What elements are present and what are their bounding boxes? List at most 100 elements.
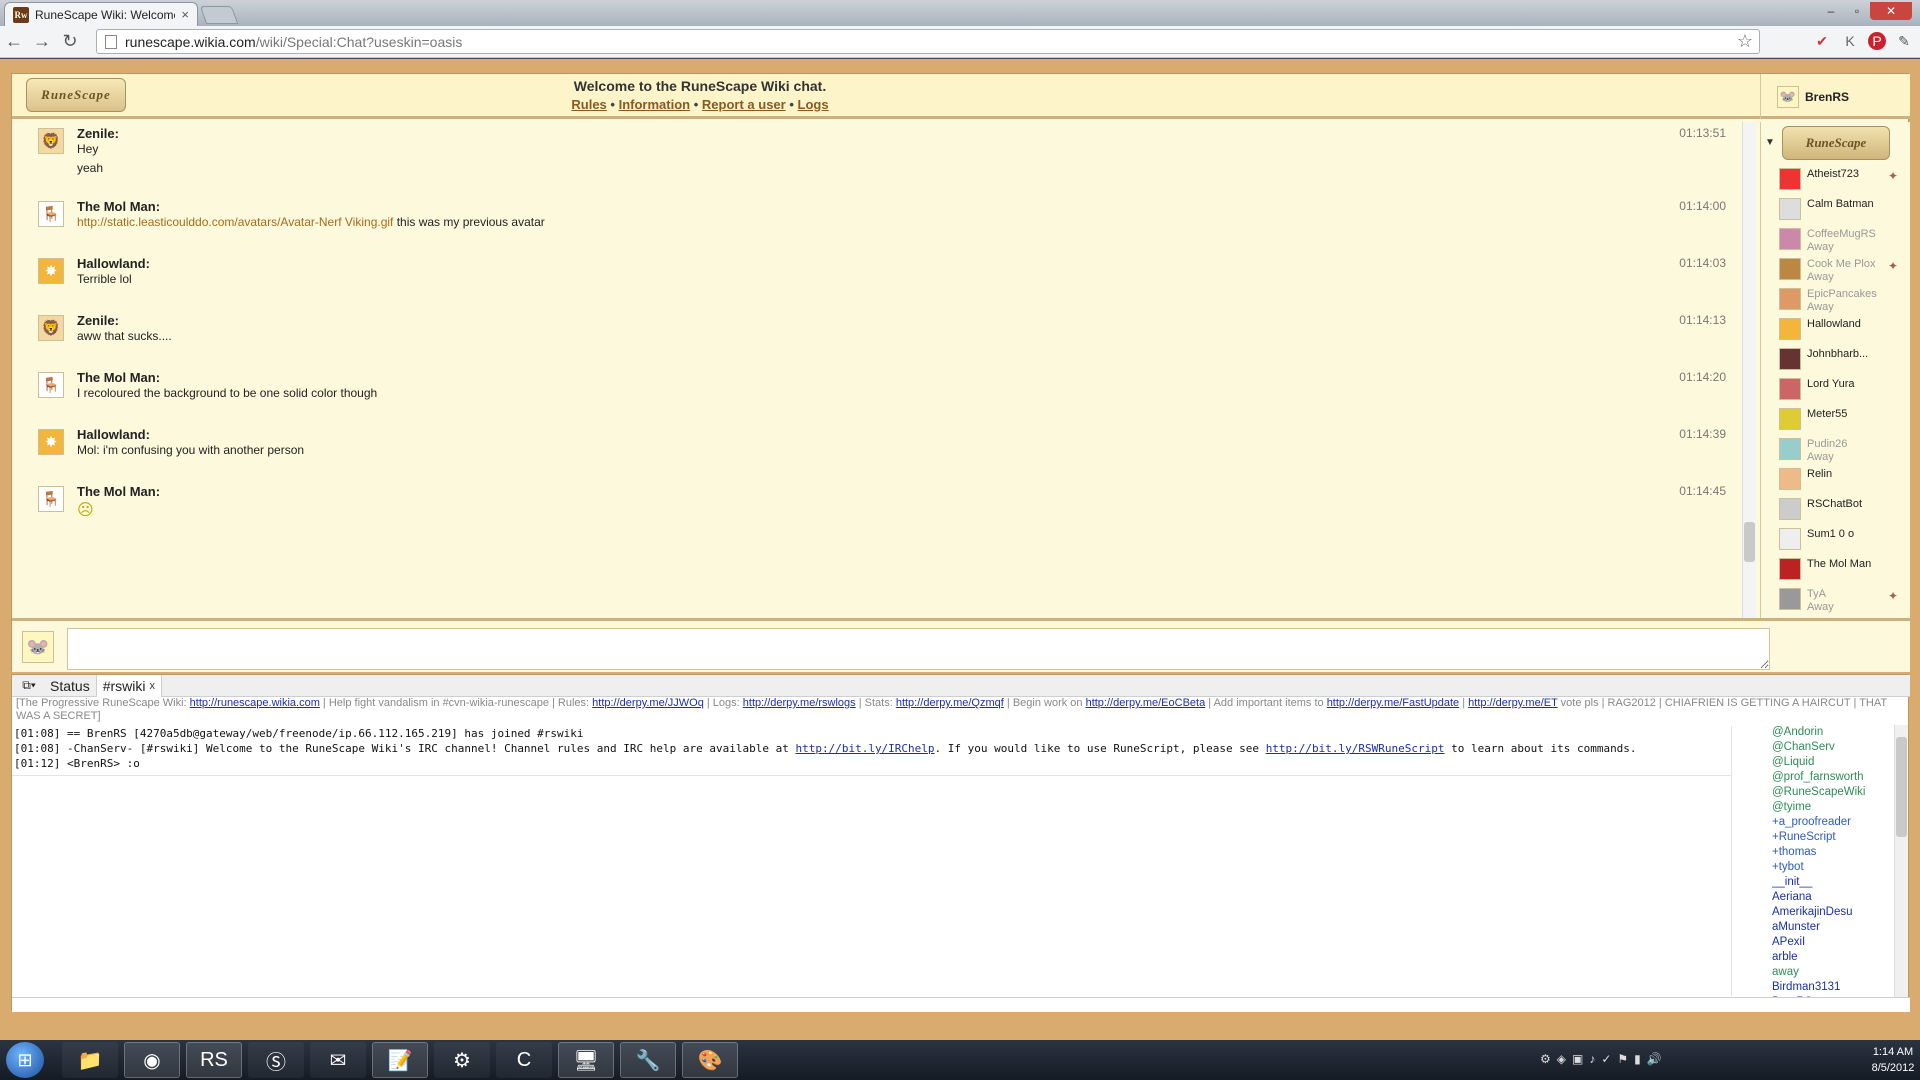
app-tray-icon[interactable]: ▣: [1572, 1052, 1583, 1066]
user-list-item[interactable]: Lord Yura: [1779, 376, 1897, 404]
star-avatar-icon[interactable]: ✸: [38, 429, 64, 455]
user-list-item[interactable]: CoffeeMugRS Away: [1779, 226, 1897, 254]
tab-close-icon[interactable]: ×: [181, 7, 189, 22]
paint-icon[interactable]: 🎨: [682, 1042, 738, 1078]
close-window-button[interactable]: ✕: [1870, 2, 1912, 20]
user-list-item[interactable]: Meter55: [1779, 406, 1897, 434]
message-author[interactable]: The Mol Man:: [77, 370, 160, 385]
user-list-item[interactable]: Cook Me Plox Away ✦: [1779, 256, 1898, 284]
topic-link[interactable]: http://runescape.wikia.com: [190, 697, 320, 709]
close-tab-icon[interactable]: x: [149, 680, 155, 692]
chair-avatar-icon[interactable]: 🪑: [38, 201, 64, 227]
nick-list-item[interactable]: arble: [1772, 950, 1892, 965]
steam-tray-icon[interactable]: ⚙: [1540, 1052, 1551, 1066]
reload-button[interactable]: ↻: [56, 28, 84, 56]
nick-list-item[interactable]: APexiI: [1772, 935, 1892, 950]
chair-avatar-icon[interactable]: 🪑: [38, 486, 64, 512]
back-button[interactable]: ←: [0, 28, 28, 56]
irc-input[interactable]: [12, 997, 1910, 1012]
nick-list-item[interactable]: @Liquid: [1772, 755, 1892, 770]
speaker-tray-icon[interactable]: 🔊: [1647, 1052, 1662, 1066]
nick-list-item[interactable]: @Andorin: [1772, 725, 1892, 740]
message-author[interactable]: Hallowland:: [77, 256, 150, 271]
nick-list-item[interactable]: +thomas: [1772, 845, 1892, 860]
nick-list-item[interactable]: __init__: [1772, 875, 1892, 890]
tab-status[interactable]: Status: [44, 674, 97, 697]
maximize-button[interactable]: ▫: [1844, 2, 1870, 20]
nick-list-item[interactable]: +a_proofreader: [1772, 815, 1892, 830]
wrench-icon[interactable]: ✎: [1894, 30, 1914, 52]
user-list-item[interactable]: Hallowland: [1779, 316, 1897, 344]
skype-icon[interactable]: Ⓢ: [248, 1042, 304, 1078]
user-list-item[interactable]: TyA Away ✦: [1779, 586, 1898, 614]
irc-link[interactable]: http://bit.ly/RSWRuneScript: [1266, 742, 1445, 755]
user-list-item[interactable]: Relin: [1779, 466, 1897, 494]
start-button[interactable]: ⊞: [6, 1042, 44, 1078]
steam-icon[interactable]: ⚙: [434, 1042, 490, 1078]
topic-link[interactable]: http://derpy.me/rswlogs: [743, 697, 856, 709]
new-tab-button[interactable]: [199, 6, 239, 24]
notepad-icon[interactable]: 📝: [372, 1042, 428, 1078]
security-tray-icon[interactable]: ✓: [1601, 1052, 1611, 1066]
lion-avatar-icon[interactable]: 🦁: [38, 128, 64, 154]
message-link[interactable]: http://static.leasticoulddo.com/avatars/…: [77, 215, 393, 229]
irc-link[interactable]: http://bit.ly/IRChelp: [795, 742, 934, 755]
user-list-item[interactable]: Calm Batman: [1779, 196, 1897, 224]
user-list-item[interactable]: RSChatBot: [1779, 496, 1897, 524]
user-list-item[interactable]: Atheist723 ✦: [1779, 166, 1898, 194]
user-list-item[interactable]: EpicPancakes Away: [1779, 286, 1897, 314]
user-list-item[interactable]: Pudin26 Away: [1779, 436, 1897, 464]
message-author[interactable]: The Mol Man:: [77, 199, 160, 214]
rules-link[interactable]: Rules: [571, 97, 606, 112]
scroll-thumb[interactable]: [1744, 522, 1755, 562]
remote-desktop-icon[interactable]: 🖥: [558, 1042, 614, 1078]
topic-link[interactable]: http://derpy.me/ET: [1468, 697, 1557, 709]
pinterest-icon[interactable]: P: [1868, 32, 1886, 50]
self-user[interactable]: 🐭 BrenRS: [1760, 74, 1910, 119]
message-author[interactable]: Zenile:: [77, 126, 119, 141]
nick-list-item[interactable]: +RuneScript: [1772, 830, 1892, 845]
topic-link[interactable]: http://derpy.me/JJWOq: [592, 697, 704, 709]
chrome-icon[interactable]: ◉: [124, 1042, 180, 1078]
chat-message-input[interactable]: [67, 628, 1770, 670]
star-avatar-icon[interactable]: ✸: [38, 258, 64, 284]
volume-tray-icon[interactable]: ♪: [1589, 1052, 1595, 1066]
nick-list-item[interactable]: Birdman3131: [1772, 980, 1892, 995]
information-link[interactable]: Information: [619, 97, 691, 112]
scroll-thumb[interactable]: [1896, 737, 1907, 837]
nick-list-item[interactable]: away: [1772, 965, 1892, 980]
message-author[interactable]: Zenile:: [77, 313, 119, 328]
bookmark-star-icon[interactable]: ☆: [1737, 31, 1753, 52]
runescape-icon[interactable]: RS: [186, 1042, 242, 1078]
nick-list-item[interactable]: Aeriana: [1772, 890, 1892, 905]
ccleaner-icon[interactable]: C: [496, 1042, 552, 1078]
chair-avatar-icon[interactable]: 🪑: [38, 372, 64, 398]
nick-list-item[interactable]: AmerikajinDesu: [1772, 905, 1892, 920]
red-extension-icon[interactable]: ✔: [1812, 30, 1832, 52]
network-tray-icon[interactable]: ◈: [1557, 1052, 1566, 1066]
collapse-caret-icon[interactable]: ▼: [1765, 137, 1775, 148]
report-user-link[interactable]: Report a user: [702, 97, 786, 112]
nick-list-item[interactable]: @tyime: [1772, 800, 1892, 815]
nick-list-item[interactable]: +tybot: [1772, 860, 1892, 875]
topic-link[interactable]: http://derpy.me/EoCBeta: [1086, 697, 1206, 709]
logs-link[interactable]: Logs: [798, 97, 829, 112]
nick-list-item[interactable]: @RuneScapeWiki: [1772, 785, 1892, 800]
nick-list-item[interactable]: aMunster: [1772, 920, 1892, 935]
message-author[interactable]: The Mol Man:: [77, 484, 160, 499]
nick-list-item[interactable]: @ChanServ: [1772, 740, 1892, 755]
message-author[interactable]: Hallowland:: [77, 427, 150, 442]
chat-scrollbar[interactable]: [1742, 122, 1756, 618]
tab-rswiki[interactable]: #rswiki x: [96, 674, 162, 697]
lion-avatar-icon[interactable]: 🦁: [38, 315, 64, 341]
signal-tray-icon[interactable]: ▮: [1634, 1052, 1641, 1066]
address-bar[interactable]: runescape.wikia.com/wiki/Special:Chat?us…: [96, 29, 1760, 54]
browser-tab[interactable]: Rw RuneScape Wiki: Welcome ×: [4, 2, 198, 26]
nick-scrollbar[interactable]: [1894, 725, 1908, 997]
forward-button[interactable]: →: [28, 28, 56, 56]
thunderbird-icon[interactable]: ✉: [310, 1042, 366, 1078]
explorer-icon[interactable]: 📁: [62, 1042, 118, 1078]
user-list-item[interactable]: Sum1 0 o: [1779, 526, 1897, 554]
topic-link[interactable]: http://derpy.me/FastUpdate: [1327, 697, 1459, 709]
nick-list-item[interactable]: @prof_farnsworth: [1772, 770, 1892, 785]
